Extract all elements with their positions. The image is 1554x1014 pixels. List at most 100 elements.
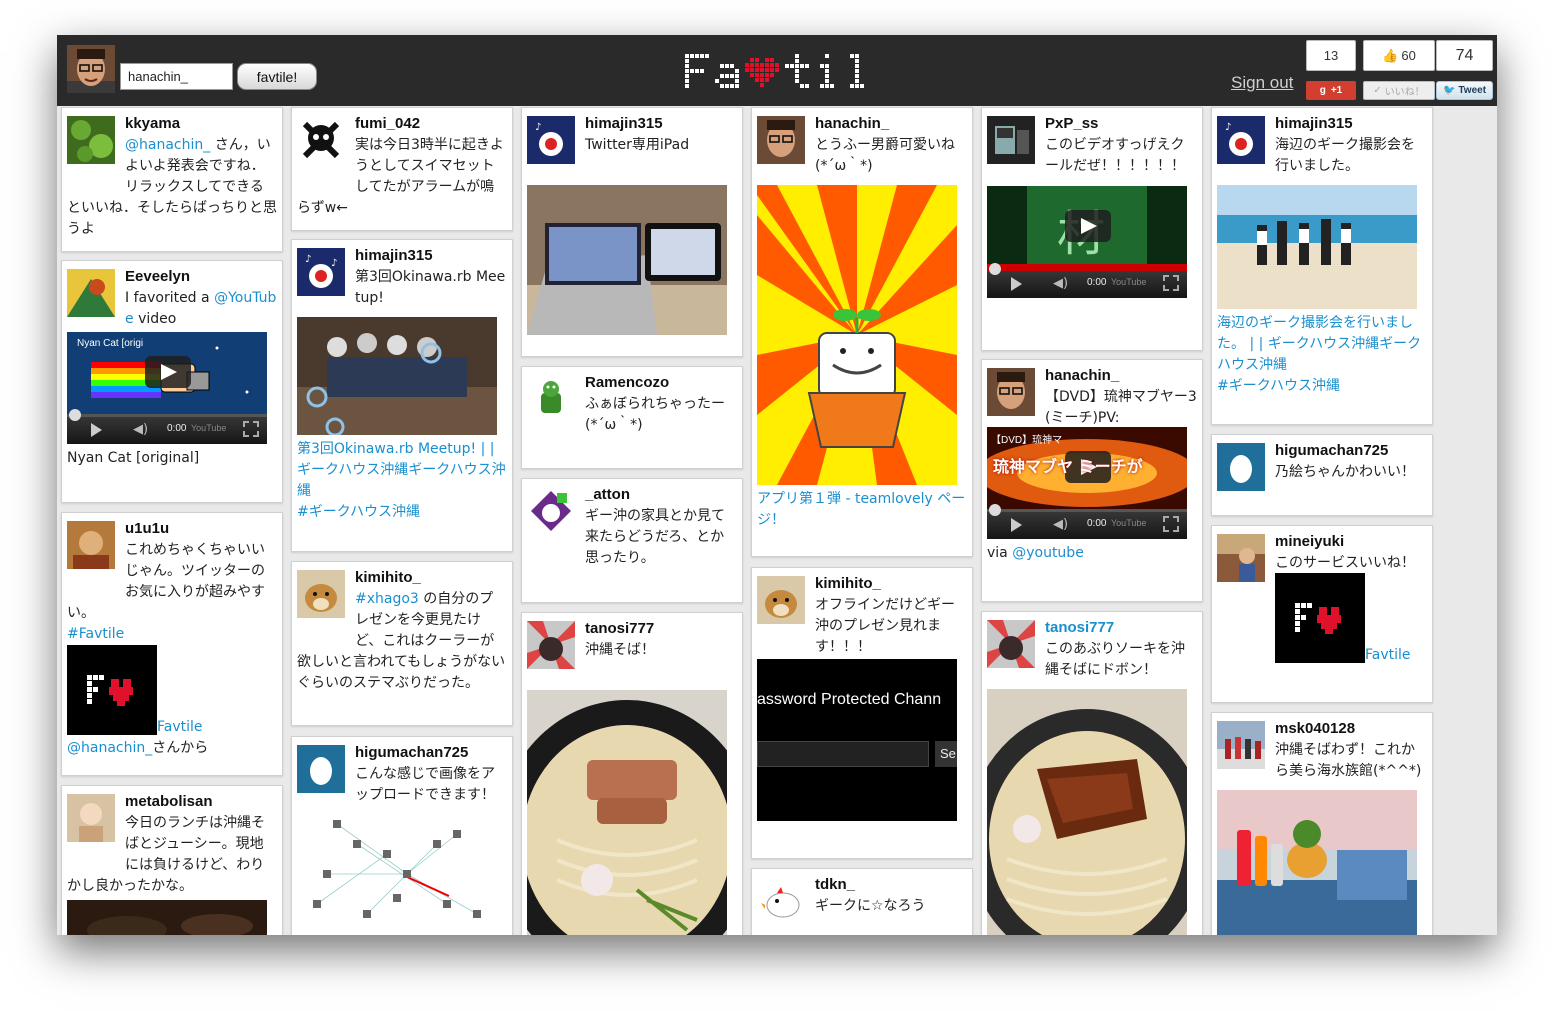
tweet-photo[interactable] [67,900,267,935]
username[interactable]: mineiyuki [1275,533,1344,550]
tweet-card[interactable]: PxP_ss このビデオすっげえクールだぜ！！！！！！ 材 ◀) 0:00 Yo… [981,107,1203,351]
avatar[interactable] [1217,721,1265,769]
youtube-logo[interactable]: YouTube [191,423,226,433]
username[interactable]: metabolisan [125,793,213,810]
youtube-logo[interactable]: YouTube [1111,518,1146,528]
avatar[interactable] [987,116,1035,164]
link-title[interactable]: 海辺のギーク撮影会を行いました。 | | ギークハウス沖縄ギークハウス沖縄 [1217,315,1421,373]
username[interactable]: kimihito_ [815,575,881,592]
username[interactable]: hanachin_ [815,115,889,132]
hashtag-link[interactable]: #xhago3 [355,591,419,607]
gplus-button[interactable]: g +1 [1306,81,1356,100]
fullscreen-icon[interactable] [1163,275,1179,291]
tweet-card[interactable]: _atton ギー沖の家具とか見て来たらどうだろ、とか思ったり。 [521,478,743,603]
username[interactable]: higumachan725 [355,744,468,761]
avatar[interactable] [757,576,805,624]
username[interactable]: kimihito_ [355,569,421,586]
youtube-player[interactable]: 【DVD】琉神マ 琉神マブヤ ミーチが ◀) 0:00 YouTube [987,427,1187,539]
favtile-link[interactable]: Favtile [1365,647,1411,663]
avatar[interactable] [67,116,115,164]
username[interactable]: himajin315 [1275,115,1353,132]
avatar[interactable] [1217,443,1265,491]
link-preview[interactable]: Favtile [67,645,282,735]
username[interactable]: himajin315 [585,115,663,132]
play-icon[interactable] [1011,518,1022,532]
youtube-player[interactable]: Nyan Cat [origi ◀) 0:00 YouTube [67,332,267,444]
avatar[interactable] [757,116,805,164]
username[interactable]: _atton [585,486,630,503]
tweet-card[interactable]: hanachin_ とうふー男爵可愛いね(*´ω｀*) アプリ第１弾 - tea… [751,107,973,557]
avatar[interactable] [527,621,575,669]
avatar[interactable] [297,570,345,618]
avatar[interactable]: ♪ [1217,116,1265,164]
username[interactable]: u1u1u [125,520,169,537]
avatar[interactable]: ♪ [527,116,575,164]
username[interactable]: msk040128 [1275,720,1355,737]
username[interactable]: himajin315 [355,247,433,264]
username[interactable]: tanosi777 [1045,619,1114,636]
like-button[interactable]: ✓ いいね！ [1363,81,1435,100]
tweet-card[interactable]: ♪ ♪ himajin315 第3回Okinawa.rb Meetup! 第3回O… [291,239,513,552]
mention-link[interactable]: @youtube [1012,545,1084,561]
favtile-logo[interactable] [685,50,869,92]
submit-button[interactable]: Se [935,741,957,767]
tweet-card[interactable]: kkyama @hanachin_ さん，いよいよ発表会ですね．リラックスしてで… [61,107,283,252]
tweet-card[interactable]: kimihito_ #xhago3 の自分のプレゼンを今更見たけど、これはクーラ… [291,561,513,726]
tweet-photo[interactable] [1217,790,1417,935]
tweet-card[interactable]: fumi_042 実は今日3時半に起きようとしてスイマセットしてたがアラームが鳴… [291,107,513,231]
tweet-card[interactable]: tanosi777 このあぶりソーキを沖縄そばにドボン！ [981,611,1203,935]
hashtag-link[interactable]: #Favtile [67,626,124,642]
progress-handle[interactable] [69,409,81,421]
username[interactable]: Eeveelyn [125,268,190,285]
youtube-logo[interactable]: YouTube [1111,277,1146,287]
fullscreen-icon[interactable] [1163,516,1179,532]
link-title[interactable]: アプリ第１弾 - teamlovely ページ！ [757,491,965,528]
avatar[interactable] [527,375,575,423]
avatar[interactable] [757,877,805,925]
mention-link[interactable]: @hanachin_ [67,740,152,756]
tweet-card[interactable]: msk040128 沖縄そばわず！これから美ら海水族館(*^^*) [1211,712,1433,935]
volume-icon[interactable]: ◀) [1053,517,1068,532]
sign-out-link[interactable]: Sign out [1231,73,1293,93]
avatar[interactable] [67,794,115,842]
play-icon[interactable] [91,423,102,437]
username[interactable]: tdkn_ [815,876,855,893]
tweet-card[interactable]: Eeveelyn I favorited a @YouTube video Ny… [61,260,283,503]
username[interactable]: tanosi777 [585,620,654,637]
username-input[interactable] [120,63,233,90]
avatar[interactable] [987,368,1035,416]
avatar[interactable]: ♪ ♪ [297,248,345,296]
avatar[interactable] [67,521,115,569]
avatar[interactable] [527,487,575,535]
password-input[interactable] [757,741,929,767]
tweet-card[interactable]: metabolisan 今日のランチは沖縄そばとジューシー。現地には負けるけど、… [61,785,283,935]
tweet-card[interactable]: higumachan725 こんな感じで画像をアップロードできます！ [291,736,513,935]
username[interactable]: fumi_042 [355,115,420,132]
favtile-link[interactable]: Favtile [157,719,203,735]
username[interactable]: PxP_ss [1045,115,1098,132]
tweet-card[interactable]: u1u1u これめちゃくちゃいいじゃん。ツイッターのお気に入りが超みやすい。 #F… [61,512,283,776]
hashtag-link[interactable]: #ギークハウス沖縄 [297,504,420,520]
network-graph-image[interactable] [297,814,497,924]
mention-link[interactable]: @hanachin_ [125,137,210,153]
volume-icon[interactable]: ◀) [1053,276,1068,291]
username[interactable]: hanachin_ [1045,367,1119,384]
vimeo-player[interactable]: assword Protected Chann Se [757,659,957,821]
link-title[interactable]: 第3回Okinawa.rb Meetup! | | ギークハウス沖縄ギークハウス… [297,441,506,499]
link-preview[interactable]: Favtile [1275,573,1432,663]
progress-handle[interactable] [989,504,1001,516]
tweet-card[interactable]: mineiyuki このサービスいいね！ Favtile [1211,525,1433,703]
play-icon[interactable] [1011,277,1022,291]
fullscreen-icon[interactable] [243,421,259,437]
tweet-card[interactable]: kimihito_ オフラインだけどギー沖のプレゼン見れます！！！ asswor… [751,567,973,859]
avatar[interactable] [67,269,115,317]
tweet-photo[interactable] [1217,185,1417,309]
avatar[interactable] [297,745,345,793]
tweet-photo[interactable] [527,690,727,935]
tweet-photo[interactable] [527,185,727,335]
hashtag-link[interactable]: #ギークハウス沖縄 [1217,378,1340,394]
tweet-card[interactable]: tdkn_ ギークに☆なろう [751,868,973,935]
youtube-player[interactable]: 材 ◀) 0:00 YouTube [987,186,1187,298]
tweet-photo[interactable] [297,317,497,435]
tweet-card[interactable]: hanachin_ 【DVD】琉神マブヤー3(ミーチ)PV: 【DVD】琉神マ … [981,359,1203,602]
